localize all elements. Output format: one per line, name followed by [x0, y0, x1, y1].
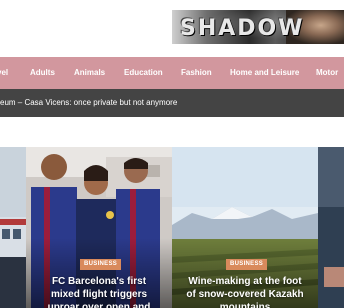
category-badge[interactable]: BUSINESS [80, 259, 122, 270]
nav-item-fashion[interactable]: Fashion [181, 57, 212, 89]
featured-cards: BUSINESS FC Barcelona's first mixed flig… [0, 147, 344, 308]
nav-item-education[interactable]: Education [124, 57, 163, 89]
card-partial-left[interactable] [0, 147, 26, 308]
banner-title: SHADOW [180, 16, 305, 41]
banner-ad[interactable]: SHADOW [172, 10, 344, 44]
nav-item-animals[interactable]: Animals [74, 57, 105, 89]
main-nav: vel Adults Animals Education Fashion Hom… [0, 57, 344, 89]
ticker-headline-link[interactable]: eum – Casa Vicens: once private but not … [0, 89, 177, 117]
nav-item-home-and-leisure[interactable]: Home and Leisure [230, 57, 299, 89]
card-image-train [0, 147, 26, 308]
card-image-partial [318, 147, 344, 308]
category-badge[interactable]: BUSINESS [226, 259, 268, 270]
nav-item-adults[interactable]: Adults [30, 57, 55, 89]
news-ticker: eum – Casa Vicens: once private but not … [0, 89, 344, 117]
card-title[interactable]: Wine-making at the foot of snow-covered … [185, 275, 305, 308]
card-wine-making[interactable]: BUSINESS Wine-making at the foot of snow… [172, 147, 318, 308]
card-partial-right[interactable] [318, 147, 344, 308]
card-title[interactable]: FC Barcelona's first mixed flight trigge… [39, 275, 159, 308]
card-barcelona[interactable]: BUSINESS FC Barcelona's first mixed flig… [26, 147, 172, 308]
nav-item-motor[interactable]: Motor [316, 57, 338, 89]
nav-item-travel[interactable]: vel [0, 57, 8, 89]
